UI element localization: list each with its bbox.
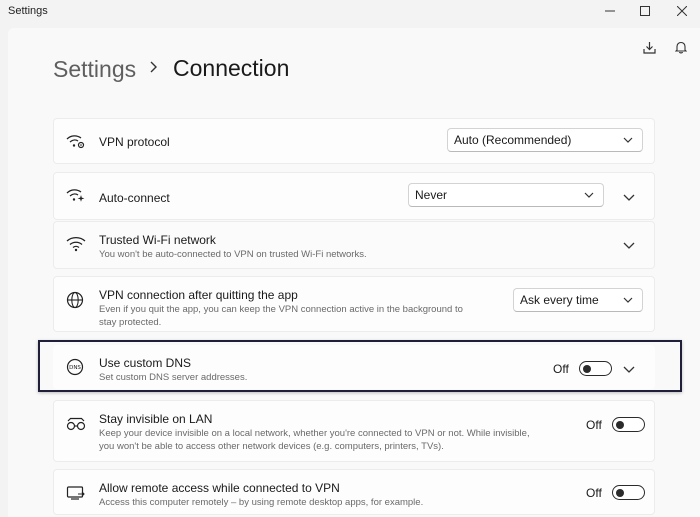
remote-access-state-label: Off — [586, 485, 602, 500]
setting-auto-connect[interactable]: Auto-connect Never — [53, 172, 655, 220]
trusted-wifi-expand-button[interactable] — [621, 237, 637, 253]
setting-vpn-protocol: VPN protocol Auto (Recommended) — [53, 118, 655, 164]
after-quit-select[interactable]: Ask every time — [513, 288, 643, 312]
custom-dns-toggle[interactable] — [578, 361, 612, 376]
download-icon — [642, 41, 656, 54]
trusted-wifi-description: You won't be auto-connected to VPN on tr… — [99, 249, 367, 260]
chevron-down-icon — [584, 192, 594, 198]
wifi-icon — [66, 236, 86, 252]
chevron-right-icon — [150, 61, 157, 73]
download-button[interactable] — [636, 34, 662, 60]
auto-connect-title: Auto-connect — [99, 191, 170, 205]
toggle-knob — [615, 420, 624, 429]
chevron-down-icon — [623, 366, 635, 373]
wifi-gear-icon — [66, 135, 85, 149]
invisible-lan-description-line2: you won't be able to access other networ… — [99, 441, 444, 452]
remote-access-description: Access this computer remotely – by using… — [99, 497, 424, 508]
setting-remote-access: Allow remote access while connected to V… — [53, 469, 655, 515]
svg-text:DNS: DNS — [69, 365, 81, 371]
maximize-icon — [640, 6, 650, 16]
chevron-down-icon — [623, 242, 635, 249]
vpn-protocol-value: Auto (Recommended) — [454, 133, 572, 147]
toggle-knob — [615, 488, 624, 497]
minimize-button[interactable] — [592, 0, 628, 22]
chevron-down-icon — [623, 194, 635, 201]
close-window-button[interactable] — [664, 0, 700, 22]
trusted-wifi-title: Trusted Wi-Fi network — [99, 233, 216, 247]
chevron-down-icon — [623, 297, 633, 303]
close-icon — [677, 6, 687, 16]
remote-screen-icon — [66, 486, 85, 500]
auto-connect-value: Never — [415, 188, 448, 202]
invisible-lan-description-line1: Keep your device invisible on a local ne… — [99, 428, 530, 439]
remote-access-title: Allow remote access while connected to V… — [99, 481, 340, 495]
custom-dns-expand-button[interactable] — [621, 361, 637, 377]
setting-invisible-lan: Stay invisible on LAN Keep your device i… — [53, 400, 655, 462]
vpn-protocol-select[interactable]: Auto (Recommended) — [447, 128, 643, 152]
setting-trusted-wifi[interactable]: Trusted Wi-Fi network You won't be auto-… — [53, 221, 655, 269]
breadcrumb-root[interactable]: Settings — [53, 56, 136, 83]
after-quit-description-line1: Even if you quit the app, you can keep t… — [99, 304, 463, 315]
maximize-button[interactable] — [627, 0, 663, 22]
chevron-down-icon — [623, 137, 633, 143]
custom-dns-state-label: Off — [553, 361, 569, 376]
invisible-lan-state-label: Off — [586, 417, 602, 432]
remote-access-toggle[interactable] — [611, 485, 645, 500]
notifications-button[interactable] — [668, 34, 694, 60]
invisible-lan-toggle-group: Off — [586, 417, 645, 432]
glasses-icon — [66, 417, 86, 431]
custom-dns-title: Use custom DNS — [99, 356, 192, 370]
title-bar: Settings — [0, 0, 700, 26]
minimize-icon — [605, 10, 615, 12]
bell-icon — [675, 41, 687, 53]
invisible-lan-title: Stay invisible on LAN — [99, 412, 213, 426]
dns-globe-icon: DNS — [66, 358, 84, 376]
page-title: Connection — [173, 55, 290, 81]
toggle-knob — [582, 364, 591, 373]
auto-connect-expand-button[interactable] — [621, 189, 637, 205]
after-quit-title: VPN connection after quitting the app — [99, 288, 298, 302]
globe-icon — [66, 291, 84, 309]
app-title: Settings — [8, 5, 48, 17]
vpn-protocol-title: VPN protocol — [99, 135, 170, 149]
invisible-lan-toggle[interactable] — [611, 417, 645, 432]
auto-connect-select[interactable]: Never — [408, 183, 604, 207]
after-quit-value: Ask every time — [520, 293, 599, 307]
setting-after-quit: VPN connection after quitting the app Ev… — [53, 276, 655, 332]
setting-custom-dns[interactable]: DNS Use custom DNS Set custom DNS server… — [53, 345, 655, 389]
custom-dns-toggle-group: Off — [553, 361, 612, 376]
custom-dns-description: Set custom DNS server addresses. — [99, 372, 248, 383]
remote-access-toggle-group: Off — [586, 485, 645, 500]
wifi-sparkle-icon — [66, 189, 85, 202]
after-quit-description-line2: stay protected. — [99, 317, 162, 328]
